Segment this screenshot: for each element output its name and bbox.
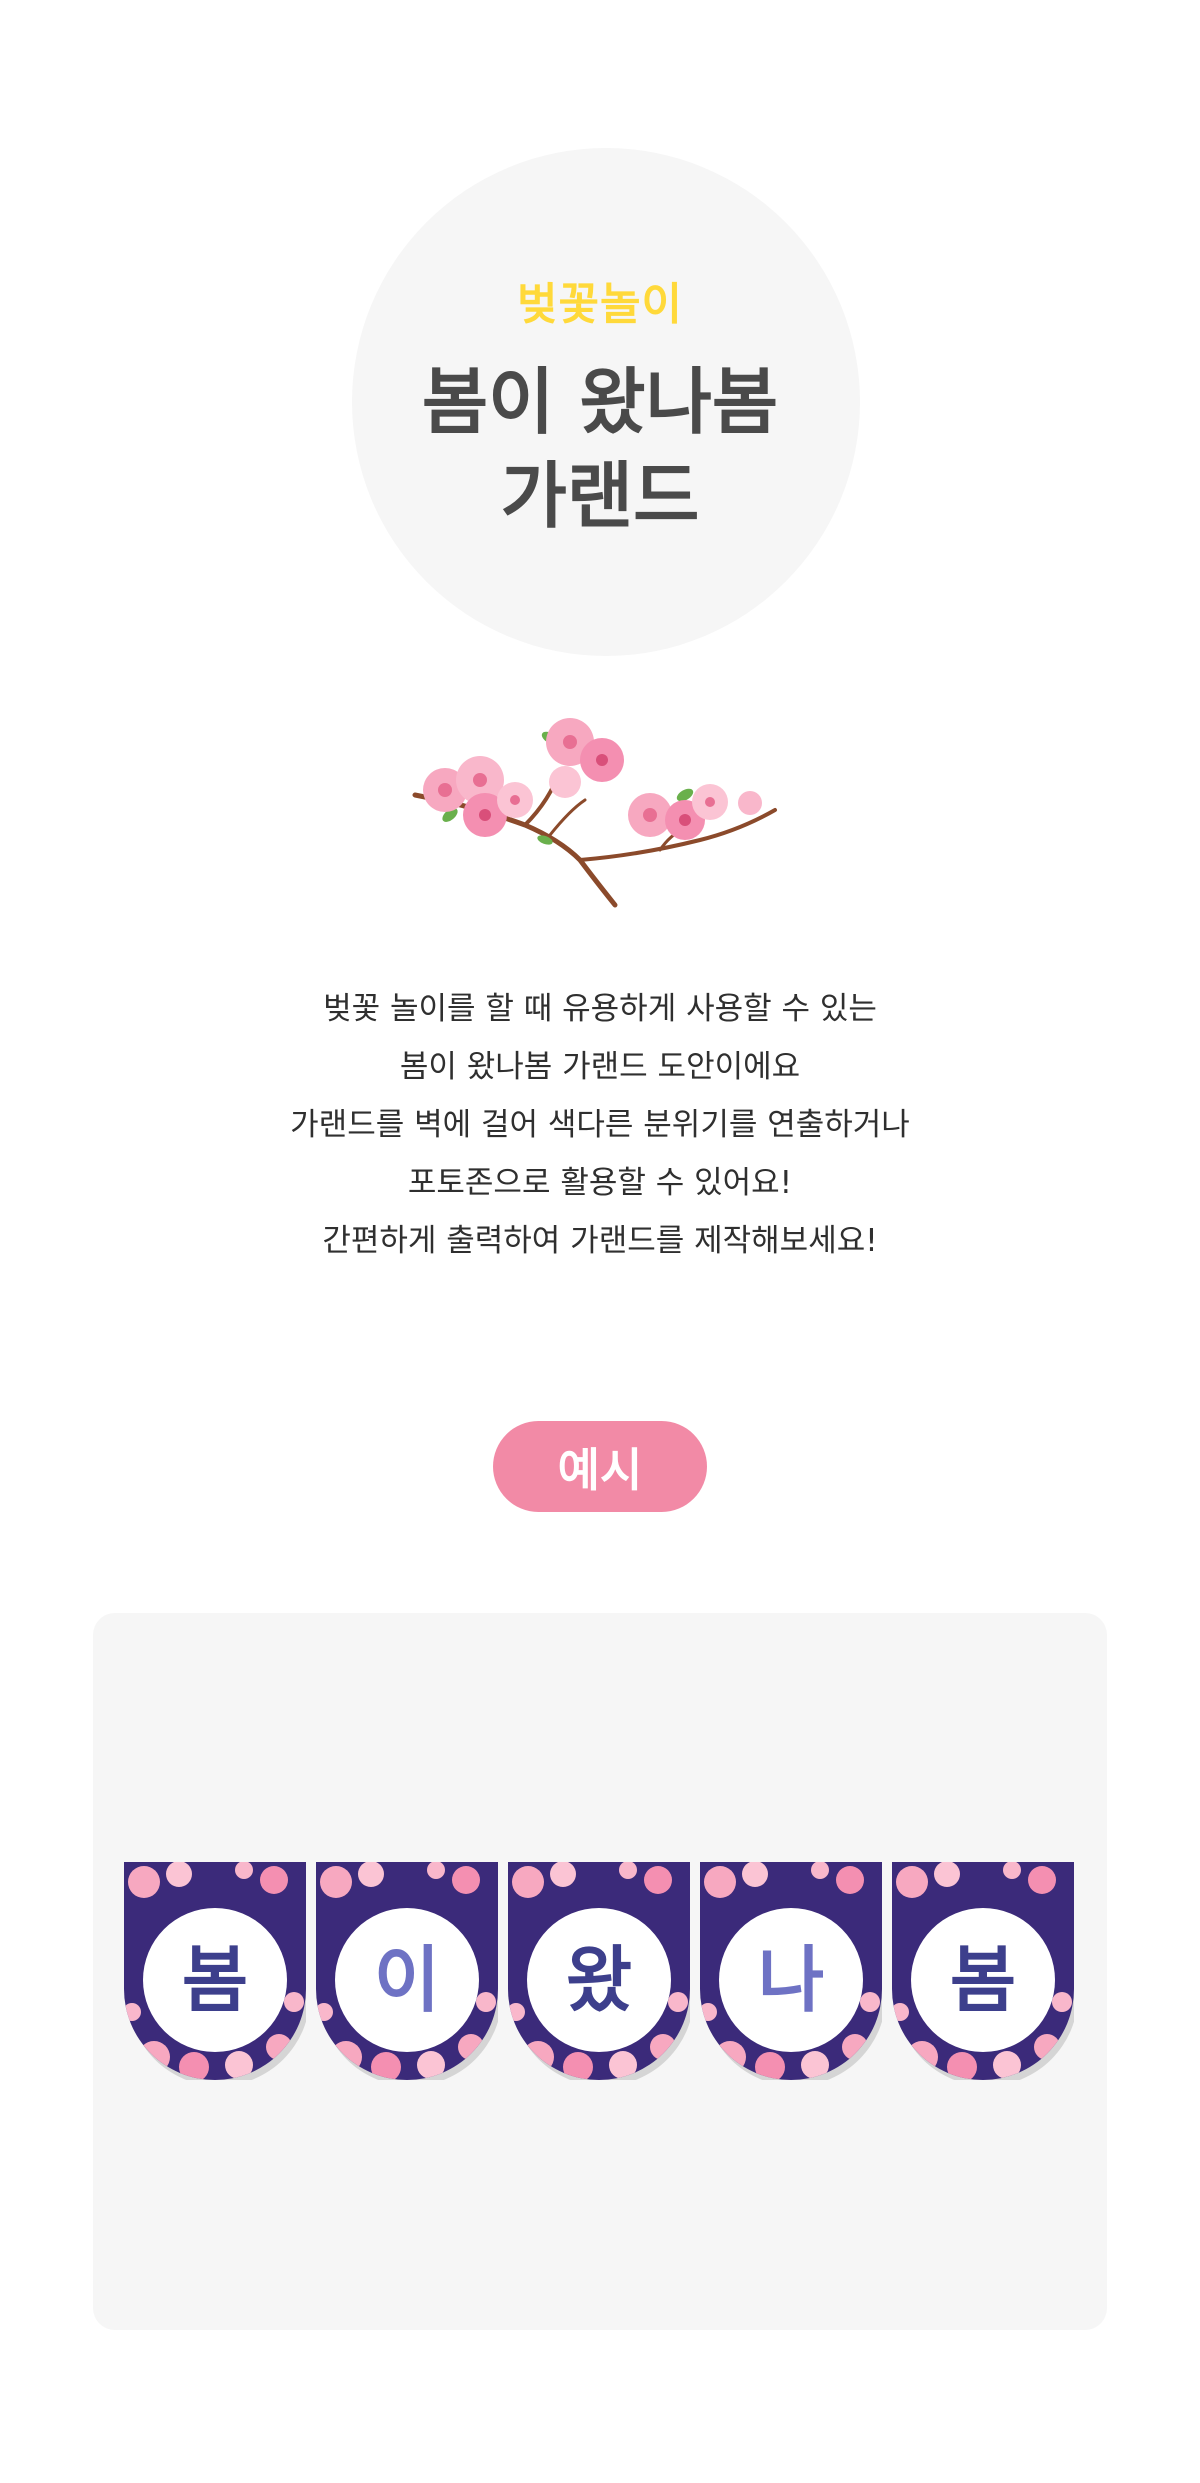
description-line: 포토존으로 활용할 수 있어요! xyxy=(407,1165,793,1201)
hero-title-line-2: 가랜드 xyxy=(500,454,700,538)
pennant-letter: 봄 xyxy=(181,1938,249,2022)
garland-pennant: 봄 xyxy=(124,1862,306,2080)
hero-subtitle: 벚꽃놀이 xyxy=(517,279,683,330)
garland-pennant: 이 xyxy=(316,1862,498,2080)
hero-title: 봄이 왔나봄 가랜드 xyxy=(0,355,1200,543)
pennant-letter: 봄 xyxy=(949,1938,1017,2022)
description-line: 가랜드를 벽에 걸어 색다른 분위기를 연출하거나 xyxy=(290,1107,910,1143)
pennant-letter: 나 xyxy=(757,1938,825,2022)
garland-pennant: 왔 xyxy=(508,1862,690,2080)
garland-pennant: 봄 xyxy=(892,1862,1074,2080)
cherry-blossom-branch-illustration xyxy=(412,718,777,908)
hero-title-line-1: 봄이 왔나봄 xyxy=(421,360,779,444)
example-badge: 예시 xyxy=(493,1421,707,1512)
pennant-letter: 왔 xyxy=(565,1938,633,2022)
pennant-letter: 이 xyxy=(373,1938,441,2022)
description-line: 봄이 왔나봄 가랜드 도안이에요 xyxy=(399,1049,801,1085)
description-text: 벚꽃 놀이를 할 때 유용하게 사용할 수 있는 봄이 왔나봄 가랜드 도안이에… xyxy=(0,980,1200,1270)
description-line: 간편하게 출력하여 가랜드를 제작해보세요! xyxy=(322,1223,878,1259)
garland-pennant: 나 xyxy=(700,1862,882,2080)
description-line: 벚꽃 놀이를 할 때 유용하게 사용할 수 있는 xyxy=(323,991,877,1027)
